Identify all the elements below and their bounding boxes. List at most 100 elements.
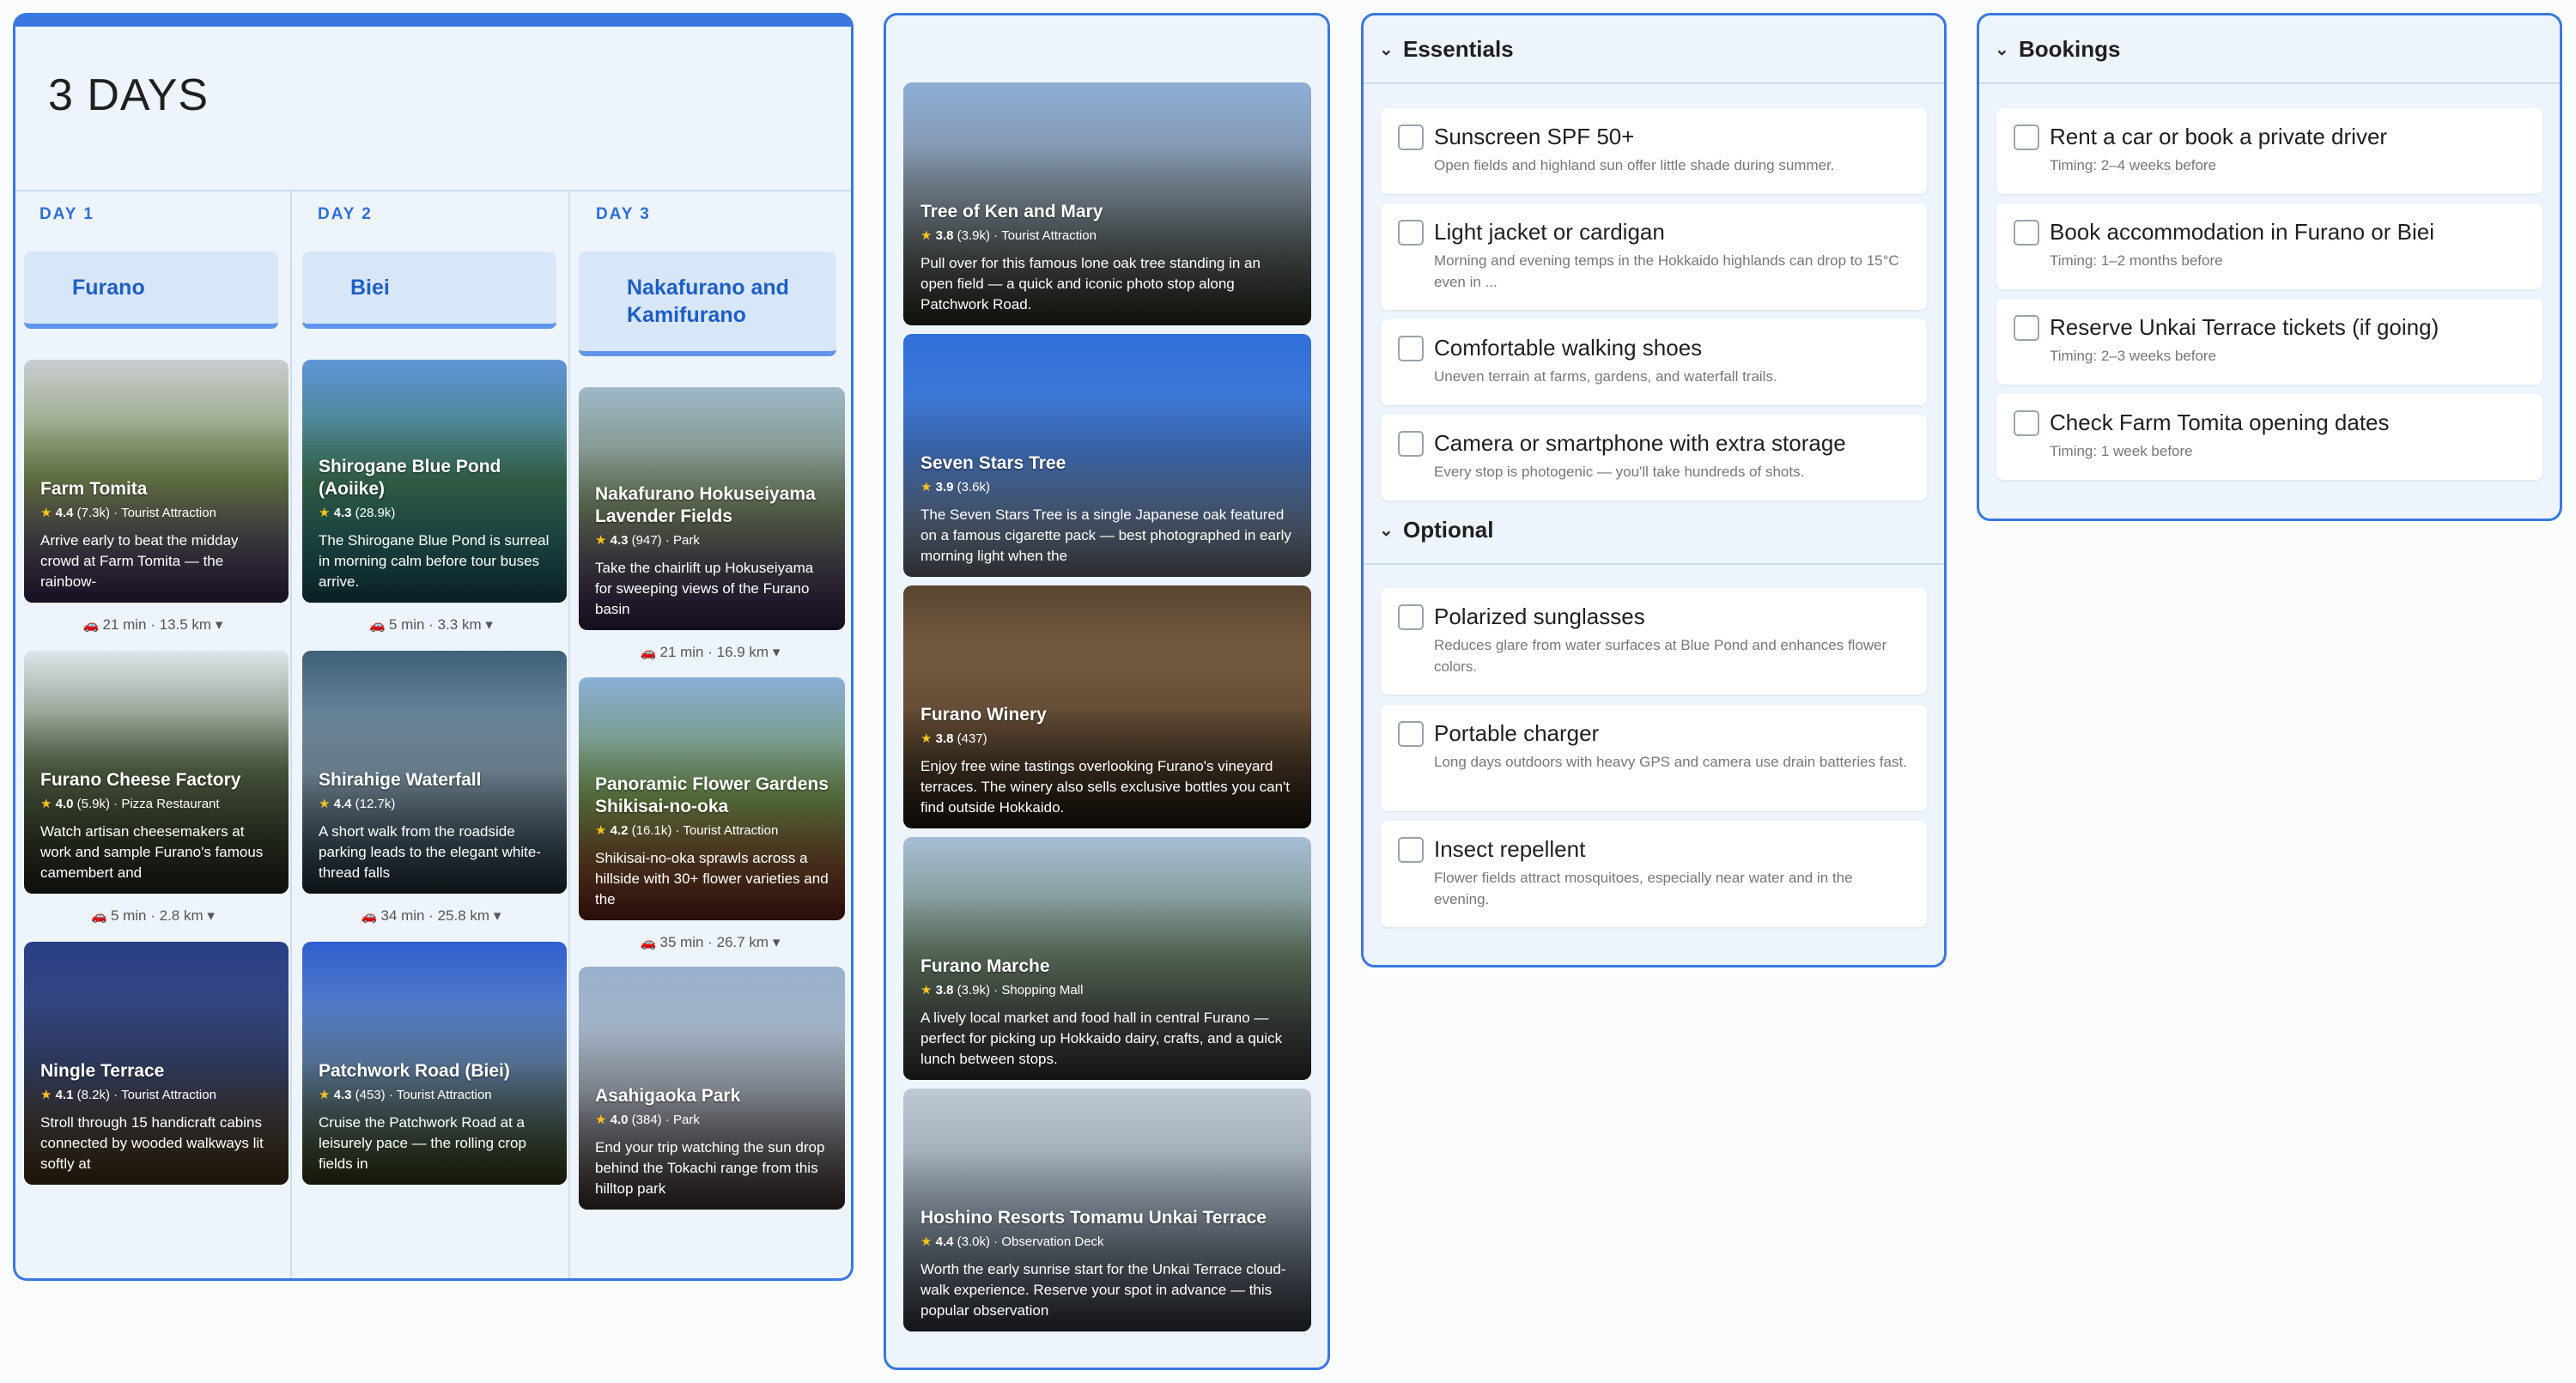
review-count: (5.9k) [76,797,110,811]
checklist-item[interactable]: Portable charger Long days outdoors with … [1381,705,1927,811]
place-name: Patchwork Road (Biei) [319,1061,510,1081]
card-text: Hoshino Resorts Tomamu Unkai Terrace ★ 4.… [920,1207,1296,1321]
checkbox[interactable] [2014,410,2039,436]
bookings-title: Bookings [2019,35,2121,62]
checkbox[interactable] [1398,604,1424,630]
item-note: Every stop is photogenic — you'll take h… [1434,464,1805,480]
checklist-item[interactable]: Book accommodation in Furano or Biei Timi… [1996,203,2543,289]
card-text: Tree of Ken and Mary ★ 3.8 (3.9k) · Touri… [920,201,1296,315]
checkbox[interactable] [1398,431,1424,457]
checkbox[interactable] [1398,124,1424,150]
checkbox[interactable] [1398,220,1424,246]
stop-card[interactable]: Farm Tomita ★ 4.4 (7.3k) · Tourist Attrac… [24,360,289,603]
item-note: Morning and evening temps in the Hokkaid… [1434,252,1899,290]
location-chip[interactable]: Furano [24,252,278,329]
place-name: Panoramic Flower Gardens Shikisai-no-oka [595,774,829,816]
gallery-card[interactable]: Furano Marche ★ 3.8 (3.9k) · Shopping Mal… [903,837,1311,1080]
stop-card[interactable]: Panoramic Flower Gardens Shikisai-no-oka… [579,677,845,920]
review-count: (16.1k) [631,823,672,838]
gallery-card[interactable]: Hoshino Resorts Tomamu Unkai Terrace ★ 4.… [903,1089,1311,1331]
place-description: A lively local market and food hall in c… [920,1010,1283,1067]
checklist-item[interactable]: Check Farm Tomita opening dates Timing: 1… [1996,394,2543,480]
review-count: (8.2k) [76,1088,110,1102]
checkbox[interactable] [1398,336,1424,361]
chevron-down-icon: ▾ [481,616,493,633]
review-count: (28.9k) [355,506,396,520]
place-description: Shikisai-no-oka sprawls across a hillsid… [595,850,829,907]
place-description: Enjoy free wine tastings overlooking Fur… [920,758,1291,816]
item-note: Timing: 1 week before [2050,443,2193,459]
checklist-item[interactable]: Sunscreen SPF 50+ Open fields and highlan… [1381,108,1927,194]
category: Tourist Attraction [683,823,779,838]
stop-card[interactable]: Patchwork Road (Biei) ★ 4.3 (453) · Touri… [302,942,567,1185]
item-label: Check Farm Tomita opening dates [2050,409,2390,435]
place-name: Asahigaoka Park [595,1086,741,1106]
checklist-item[interactable]: Light jacket or cardigan Morning and even… [1381,203,1927,310]
item-note: Uneven terrain at farms, gardens, and wa… [1434,368,1777,385]
checkbox[interactable] [1398,721,1424,747]
packing-checklist-panel: ⌄ Essentials ⌄ Optional Sunscreen SPF 50… [1361,13,1947,967]
rating: 4.3 [333,506,352,520]
card-text: Shirogane Blue Pond (Aoiike) ★ 4.3 (28.9k… [319,456,555,592]
stop-card[interactable]: Ningle Terrace ★ 4.1 (8.2k) · Tourist Att… [24,942,289,1185]
review-count: (384) [631,1113,662,1127]
essentials-header[interactable]: ⌄ Essentials [1364,15,1944,84]
checklist-item[interactable]: Insect repellent Flower fields attract mo… [1381,821,1927,927]
location-chip[interactable]: Nakafurano and Kamifurano [579,252,836,356]
checklist-item[interactable]: Polarized sunglasses Reduces glare from w… [1381,588,1927,695]
place-description: Cruise the Patchwork Road at a leisurely… [319,1114,526,1172]
stop-card[interactable]: Furano Cheese Factory ★ 4.0 (5.9k) · Pizz… [24,651,289,894]
item-note: Flower fields attract mosquitoes, especi… [1434,870,1853,907]
checkbox[interactable] [1398,837,1424,863]
place-description: The Shirogane Blue Pond is surreal in mo… [319,532,550,590]
gallery-card[interactable]: Tree of Ken and Mary ★ 3.8 (3.9k) · Touri… [903,82,1311,325]
travel-info[interactable]: 🚗 5 min · 3.3 km ▾ [294,616,568,634]
place-name: Farm Tomita [40,479,148,499]
checklist-item[interactable]: Reserve Unkai Terrace tickets (if going)… [1996,299,2543,385]
place-meta: ★ 3.9 (3.6k) [920,479,1296,494]
card-text: Seven Stars Tree ★ 3.9 (3.6k) The Seven St… [920,452,1296,567]
optional-title: Optional [1403,516,1494,543]
optional-header[interactable]: ⌄ Optional [1364,496,1944,565]
checklist-item[interactable]: Camera or smartphone with extra storage E… [1381,415,1927,500]
chevron-down-icon: ⌄ [1379,39,1394,59]
travel-info[interactable]: 🚗 5 min · 2.8 km ▾ [15,907,290,925]
star-icon: ★ [595,533,611,548]
car-icon: 🚗 [82,618,103,633]
rating: 3.8 [935,228,954,243]
card-text: Farm Tomita ★ 4.4 (7.3k) · Tourist Attrac… [40,478,276,592]
stop-card[interactable]: Shirahige Waterfall ★ 4.4 (12.7k) A short … [302,651,567,894]
travel-info[interactable]: 🚗 21 min · 16.9 km ▾ [572,644,848,661]
place-meta: ★ 4.3 (453) · Tourist Attraction [319,1088,492,1102]
location-chip[interactable]: Biei [302,252,556,329]
place-meta: ★ 3.8 (437) [920,731,1296,746]
places-gallery-panel: Tree of Ken and Mary ★ 3.8 (3.9k) · Touri… [884,13,1330,1370]
bookings-header[interactable]: ⌄ Bookings [1979,15,2560,84]
gallery-card[interactable]: Furano Winery ★ 3.8 (437) Enjoy free wine … [903,585,1311,828]
card-text: Furano Marche ★ 3.8 (3.9k) · Shopping Mal… [920,955,1296,1070]
item-note: Reduces glare from water surfaces at Blu… [1434,637,1887,675]
travel-info[interactable]: 🚗 35 min · 26.7 km ▾ [572,934,848,951]
stop-card[interactable]: Nakafurano Hokuseiyama Lavender Fields ★ … [579,387,845,630]
rating: 4.0 [55,797,74,811]
place-name: Shirogane Blue Pond (Aoiike) [319,457,501,499]
checkbox[interactable] [2014,315,2039,341]
stop-card[interactable]: Shirogane Blue Pond (Aoiike) ★ 4.3 (28.9k… [302,360,567,603]
category: Observation Deck [1001,1234,1104,1249]
gallery-card[interactable]: Seven Stars Tree ★ 3.9 (3.6k) The Seven St… [903,334,1311,577]
card-text: Ningle Terrace ★ 4.1 (8.2k) · Tourist Att… [40,1060,276,1174]
category: Park [673,1113,700,1127]
place-meta: ★ 3.8 (3.9k) · Tourist Attraction [920,228,1097,243]
rating: 4.3 [610,533,629,548]
checkbox[interactable] [2014,124,2039,150]
checkbox[interactable] [2014,220,2039,246]
travel-info[interactable]: 🚗 34 min · 25.8 km ▾ [294,907,568,925]
checklist-item[interactable]: Comfortable walking shoes Uneven terrain … [1381,319,1927,405]
stop-card[interactable]: Asahigaoka Park ★ 4.0 (384) · Park End you… [579,967,845,1210]
car-icon: 🚗 [640,936,660,950]
review-count: (3.6k) [957,480,990,494]
checklist-item[interactable]: Rent a car or book a private driver Timin… [1996,108,2543,194]
place-description: Worth the early sunrise start for the Un… [920,1261,1286,1319]
travel-info[interactable]: 🚗 21 min · 13.5 km ▾ [15,616,290,634]
rating: 4.4 [935,1234,954,1249]
